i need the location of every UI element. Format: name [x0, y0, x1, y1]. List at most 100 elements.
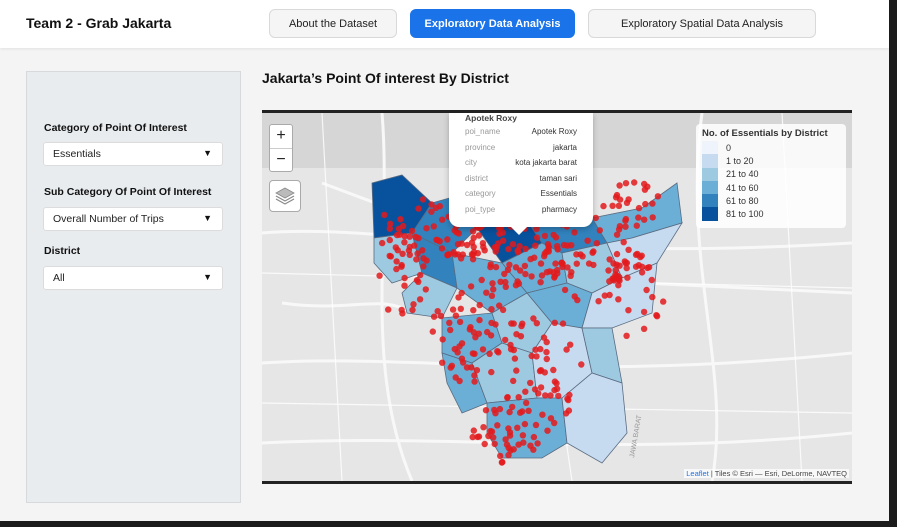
poi-marker[interactable] — [541, 253, 548, 260]
poi-marker[interactable] — [458, 355, 466, 362]
poi-marker[interactable] — [470, 329, 477, 336]
poi-marker[interactable] — [622, 217, 629, 224]
poi-marker[interactable] — [638, 269, 646, 276]
poi-marker[interactable] — [544, 427, 551, 434]
poi-marker[interactable] — [439, 359, 446, 366]
poi-marker[interactable] — [491, 406, 498, 414]
poi-marker[interactable] — [579, 253, 586, 260]
poi-marker[interactable] — [612, 266, 619, 274]
poi-marker[interactable] — [616, 182, 623, 189]
poi-marker[interactable] — [420, 255, 427, 262]
poi-marker[interactable] — [398, 263, 405, 270]
poi-marker[interactable] — [401, 282, 408, 289]
tab-about-dataset[interactable]: About the Dataset — [269, 9, 397, 38]
poi-marker[interactable] — [489, 280, 496, 287]
poi-marker[interactable] — [488, 368, 495, 376]
poi-marker[interactable] — [625, 246, 632, 253]
poi-marker[interactable] — [452, 312, 460, 319]
poi-marker[interactable] — [511, 355, 519, 362]
poi-marker[interactable] — [452, 374, 459, 381]
poi-marker[interactable] — [559, 320, 567, 327]
poi-marker[interactable] — [539, 411, 546, 418]
poi-marker[interactable] — [434, 308, 441, 315]
tab-exploratory-spatial-data-analysis[interactable]: Exploratory Spatial Data Analysis — [588, 9, 816, 38]
poi-marker[interactable] — [393, 258, 400, 265]
poi-marker[interactable] — [638, 263, 646, 270]
poi-marker[interactable] — [537, 384, 545, 391]
category-select[interactable]: Essentials ▼ — [43, 142, 223, 166]
poi-marker[interactable] — [522, 270, 529, 278]
poi-marker[interactable] — [490, 286, 497, 293]
poi-marker[interactable] — [444, 236, 451, 243]
poi-marker[interactable] — [492, 321, 499, 328]
poi-marker[interactable] — [616, 274, 623, 281]
district-select[interactable]: All ▼ — [43, 266, 223, 290]
tab-exploratory-data-analysis[interactable]: Exploratory Data Analysis — [410, 9, 575, 38]
zoom-in-button[interactable]: + — [270, 125, 292, 148]
poi-marker[interactable] — [653, 313, 661, 320]
poi-marker[interactable] — [615, 202, 623, 209]
poi-marker[interactable] — [522, 388, 529, 395]
poi-marker[interactable] — [615, 296, 622, 303]
poi-marker[interactable] — [505, 245, 512, 253]
poi-marker[interactable] — [493, 244, 500, 251]
poi-marker[interactable] — [506, 408, 513, 416]
poi-marker[interactable] — [528, 273, 535, 280]
poi-marker[interactable] — [584, 237, 591, 244]
poi-marker[interactable] — [527, 255, 534, 263]
poi-marker[interactable] — [491, 440, 498, 448]
poi-marker[interactable] — [386, 225, 393, 232]
poi-marker[interactable] — [399, 310, 406, 317]
poi-marker[interactable] — [522, 245, 529, 253]
poi-marker[interactable] — [633, 222, 640, 229]
poi-marker[interactable] — [648, 276, 655, 284]
poi-marker[interactable] — [439, 336, 446, 343]
poi-marker[interactable] — [468, 239, 476, 246]
poi-marker[interactable] — [621, 258, 628, 265]
poi-marker[interactable] — [543, 355, 550, 363]
poi-marker[interactable] — [562, 410, 570, 417]
poi-marker[interactable] — [474, 250, 481, 257]
poi-marker[interactable] — [423, 225, 430, 232]
poi-marker[interactable] — [541, 232, 549, 240]
poi-marker[interactable] — [432, 204, 440, 211]
poi-marker[interactable] — [483, 289, 490, 296]
poi-marker[interactable] — [476, 301, 483, 309]
poi-marker[interactable] — [551, 274, 558, 281]
poi-marker[interactable] — [605, 267, 612, 274]
poi-marker[interactable] — [530, 433, 538, 441]
poi-marker[interactable] — [555, 392, 562, 400]
poi-marker[interactable] — [512, 264, 520, 271]
poi-marker[interactable] — [439, 216, 446, 223]
poi-marker[interactable] — [660, 298, 667, 305]
poi-marker[interactable] — [578, 361, 585, 368]
poi-marker[interactable] — [467, 283, 475, 290]
poi-marker[interactable] — [590, 261, 597, 269]
poi-marker[interactable] — [419, 196, 427, 203]
poi-marker[interactable] — [537, 260, 545, 267]
poi-marker[interactable] — [635, 214, 642, 221]
poi-marker[interactable] — [401, 233, 408, 240]
poi-marker[interactable] — [457, 305, 464, 312]
poi-marker[interactable] — [430, 313, 438, 320]
poi-marker[interactable] — [613, 250, 621, 258]
poi-marker[interactable] — [567, 341, 574, 348]
poi-marker[interactable] — [454, 349, 461, 356]
poi-marker[interactable] — [596, 227, 603, 234]
poi-marker[interactable] — [565, 396, 572, 404]
poi-marker[interactable] — [463, 364, 471, 371]
poi-marker[interactable] — [456, 343, 463, 350]
layers-button[interactable] — [269, 180, 301, 212]
poi-marker[interactable] — [488, 306, 495, 313]
poi-marker[interactable] — [540, 334, 548, 341]
poi-marker[interactable] — [495, 349, 502, 356]
poi-marker[interactable] — [525, 407, 532, 414]
choropleth-map[interactable]: JAWA BARAT + − No. of Essentials by Dist… — [262, 110, 852, 484]
poi-marker[interactable] — [527, 442, 534, 449]
poi-marker[interactable] — [498, 459, 506, 466]
poi-marker[interactable] — [504, 266, 512, 273]
poi-marker[interactable] — [517, 333, 525, 340]
poi-marker[interactable] — [521, 262, 529, 270]
poi-marker[interactable] — [622, 180, 630, 187]
poi-marker[interactable] — [476, 316, 483, 324]
